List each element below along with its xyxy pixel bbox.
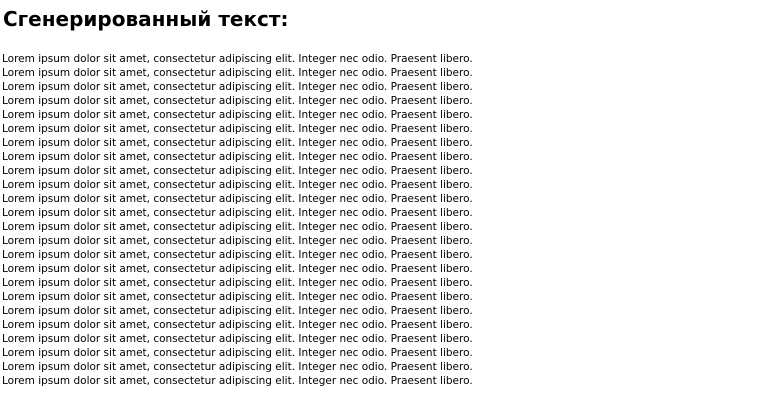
- text-line: Lorem ipsum dolor sit amet, consectetur …: [2, 263, 473, 275]
- text-line: Lorem ipsum dolor sit amet, consectetur …: [2, 235, 473, 247]
- text-line: Lorem ipsum dolor sit amet, consectetur …: [2, 319, 473, 331]
- text-line: Lorem ipsum dolor sit amet, consectetur …: [2, 291, 473, 303]
- text-line: Lorem ipsum dolor sit amet, consectetur …: [2, 151, 473, 163]
- text-line: Lorem ipsum dolor sit amet, consectetur …: [2, 165, 473, 177]
- text-line: Lorem ipsum dolor sit amet, consectetur …: [2, 333, 473, 345]
- text-line: Lorem ipsum dolor sit amet, consectetur …: [2, 123, 473, 135]
- text-line: Lorem ipsum dolor sit amet, consectetur …: [2, 67, 473, 79]
- text-line: Lorem ipsum dolor sit amet, consectetur …: [2, 375, 473, 387]
- text-line: Lorem ipsum dolor sit amet, consectetur …: [2, 109, 473, 121]
- text-line: Lorem ipsum dolor sit amet, consectetur …: [2, 81, 473, 93]
- text-line: Lorem ipsum dolor sit amet, consectetur …: [2, 305, 473, 317]
- text-line: Lorem ipsum dolor sit amet, consectetur …: [2, 207, 473, 219]
- text-line: Lorem ipsum dolor sit amet, consectetur …: [2, 249, 473, 261]
- text-line: Lorem ipsum dolor sit amet, consectetur …: [2, 193, 473, 205]
- text-line: Lorem ipsum dolor sit amet, consectetur …: [2, 221, 473, 233]
- text-line: Lorem ipsum dolor sit amet, consectetur …: [2, 347, 473, 359]
- text-line: Lorem ipsum dolor sit amet, consectetur …: [2, 137, 473, 149]
- text-line: Lorem ipsum dolor sit amet, consectetur …: [2, 95, 473, 107]
- page-title: Сгенерированный текст:: [3, 7, 289, 31]
- page: Сгенерированный текст: Lorem ipsum dolor…: [0, 0, 776, 403]
- text-line: Lorem ipsum dolor sit amet, consectetur …: [2, 361, 473, 373]
- text-line: Lorem ipsum dolor sit amet, consectetur …: [2, 179, 473, 191]
- text-line: Lorem ipsum dolor sit amet, consectetur …: [2, 277, 473, 289]
- generated-text: Lorem ipsum dolor sit amet, consectetur …: [2, 52, 473, 388]
- text-line: Lorem ipsum dolor sit amet, consectetur …: [2, 53, 473, 65]
